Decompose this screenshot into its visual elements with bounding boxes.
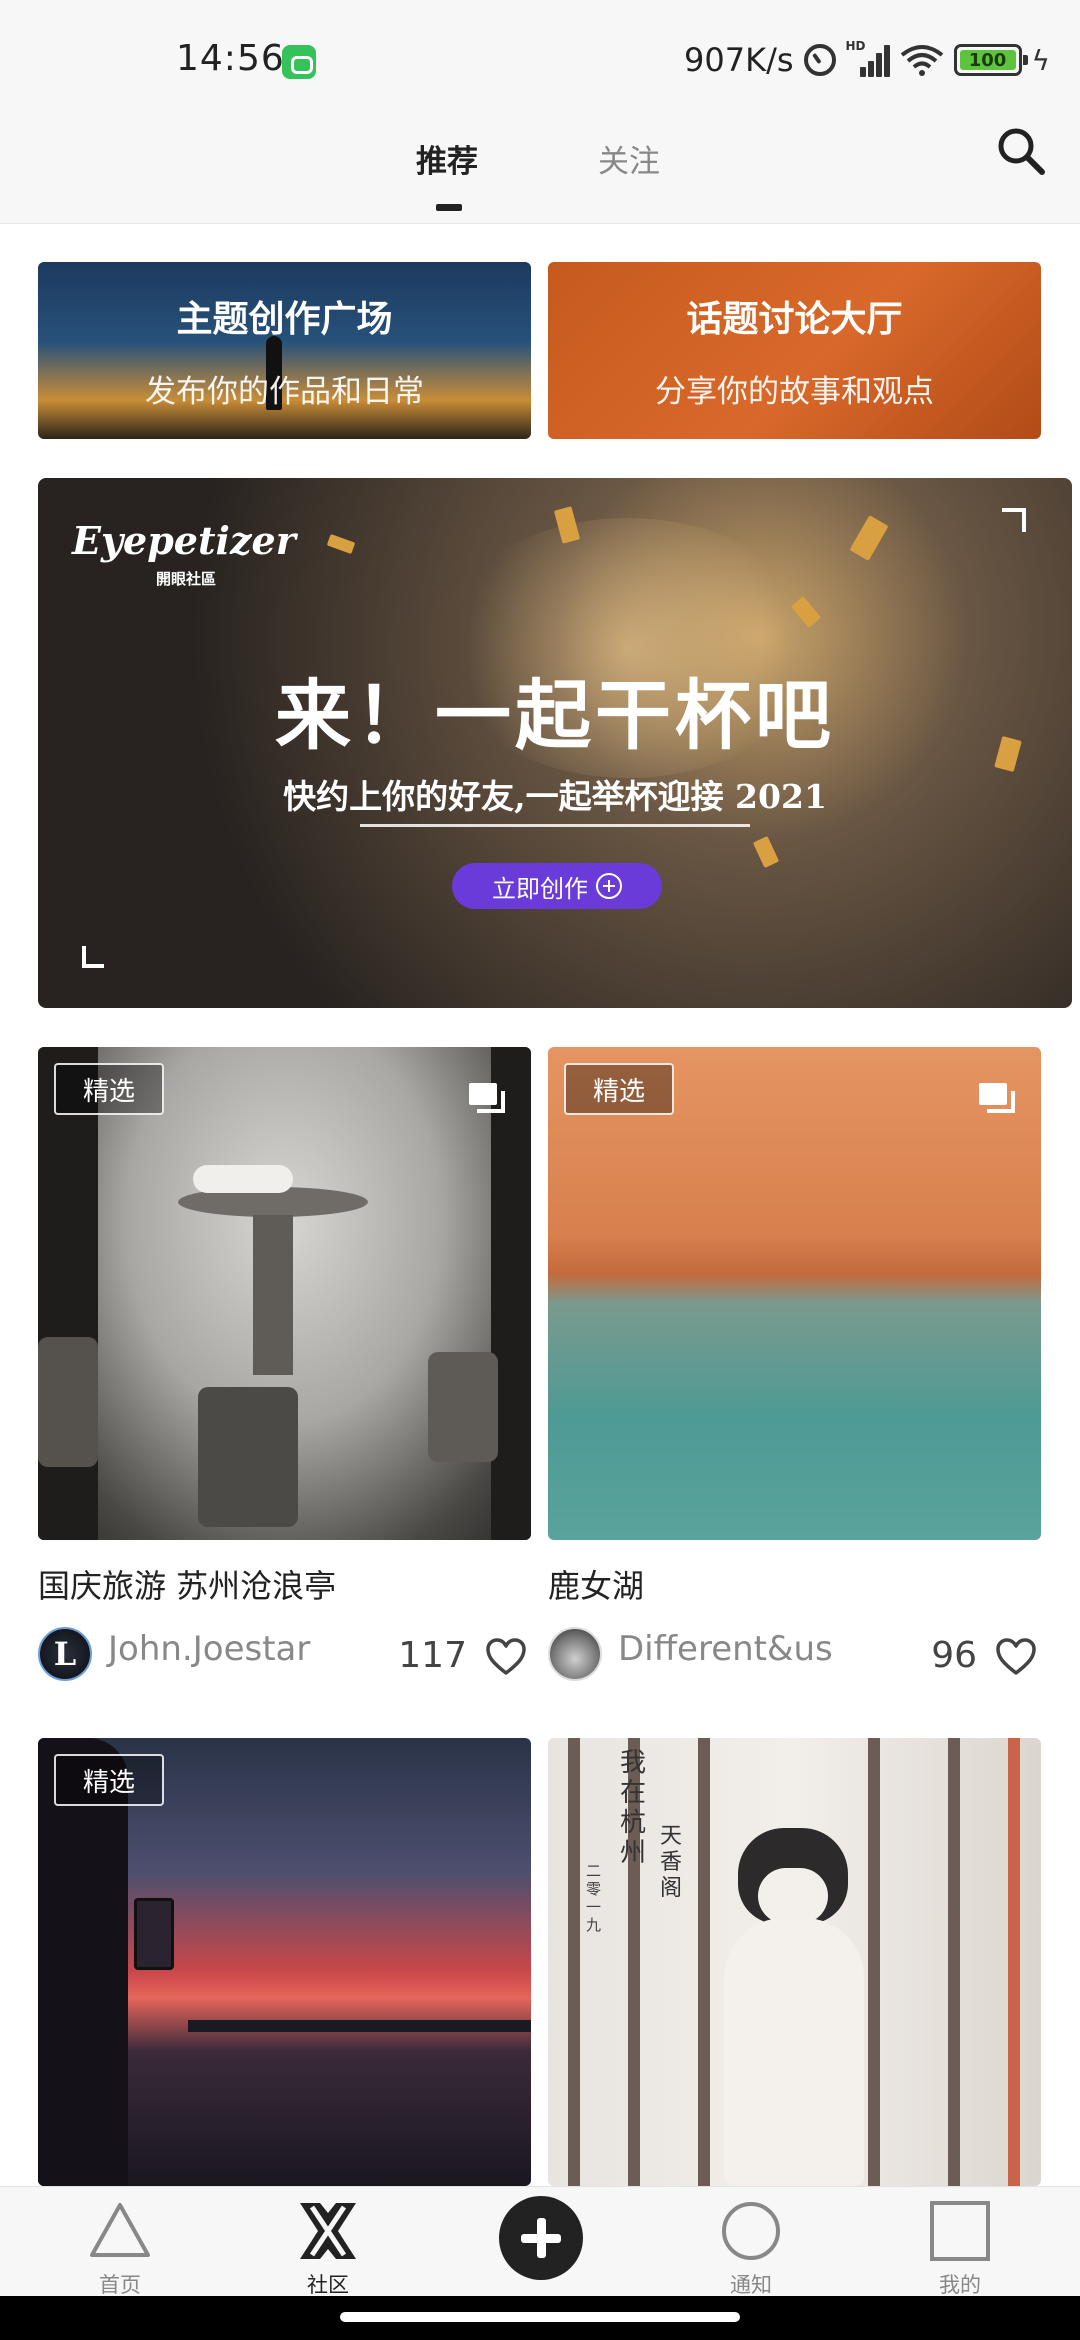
entry-card-title: 话题讨论大厅 [686,299,903,340]
phone-in-hand [134,1898,174,1970]
community-icon [296,2199,360,2263]
stone-stool [198,1387,298,1527]
entry-card-title: 主题创作广场 [176,299,393,340]
nav-label: 我的 [939,2273,981,2297]
create-now-label: 立即创作 [492,874,588,903]
topic-hall-card[interactable]: 话题讨论大厅 分享你的故事和观点 [548,262,1041,439]
active-tab-indicator [436,204,462,211]
nav-community[interactable]: 社区 [248,2187,408,2297]
app-badge-icon [282,45,316,79]
featured-tag: 精选 [54,1754,164,1806]
stone-stool [38,1337,98,1467]
post-card[interactable]: 精选 [38,1738,531,2186]
window-frame [1008,1738,1020,2186]
dark-edge [491,1047,531,1540]
confetti [326,533,356,555]
search-icon[interactable] [996,126,1046,176]
status-icons: 907K/s HD 100 ϟ [684,38,1050,82]
avatar[interactable]: L [38,1627,92,1681]
window-bar [698,1738,710,2186]
post-title[interactable]: 鹿女湖 [548,1561,644,1607]
signal-icon: HD [846,39,890,77]
heart-icon[interactable] [995,1637,1037,1677]
banner-divider [360,824,750,827]
post-card[interactable]: 精选 鹿女湖 Different&us 96 [548,1047,1041,1687]
nav-notifications[interactable]: 通知 [671,2187,831,2297]
nav-label: 社区 [307,2273,349,2297]
charging-icon: ϟ [1031,43,1050,77]
plus-circle-icon [596,873,622,899]
tab-follow[interactable]: 关注 [598,136,660,181]
avatar[interactable] [548,1627,602,1681]
signal-hd-label: HD [845,39,866,53]
bridge [188,2020,531,2032]
cat-body [724,1918,864,2186]
author-name[interactable]: John.Joestar [108,1629,310,1669]
like-count: 96 [931,1635,977,1676]
banner-logo-sub: 開眼社區 [156,570,217,588]
like-count: 117 [398,1635,467,1676]
featured-tag: 精选 [54,1063,164,1115]
stone-table-leg [253,1215,293,1375]
top-tabs: 推荐 关注 [0,112,1080,224]
post-image[interactable]: 精选 [38,1738,531,2186]
post-title[interactable]: 国庆旅游 苏州沧浪亭 [38,1561,336,1607]
plus-icon[interactable] [499,2196,583,2280]
post-card[interactable]: 精选 国庆旅游 苏州沧浪亭 L John.Joestar 117 [38,1047,531,1687]
create-now-button[interactable]: 立即创作 [452,863,662,909]
alarm-icon [803,44,836,76]
corner-mark-icon [82,946,104,968]
entry-card-subtitle: 发布你的作品和日常 [145,374,424,410]
gesture-area [0,2296,1080,2340]
image-text: 二零一九 [586,1862,602,1934]
banner-logo: Eyepetizer [72,518,296,563]
status-bar: 14:56 907K/s HD 100 ϟ [0,0,1080,112]
nav-label: 通知 [730,2273,772,2297]
post-meta: L John.Joestar 117 [38,1621,531,1681]
multi-image-icon [469,1083,505,1113]
banner-title: 来！一起干杯吧 [275,671,835,760]
window-bar [568,1738,580,2186]
post-image[interactable]: 精选 [548,1047,1041,1540]
battery-icon: 100 [953,44,1028,76]
banner-subtitle: 快约上你的好友,一起举杯迎接 2021 [283,777,827,816]
nav-home[interactable]: 首页 [40,2187,200,2297]
author-name[interactable]: Different&us [618,1629,833,1669]
post-meta: Different&us 96 [548,1621,1041,1681]
nav-profile[interactable]: 我的 [880,2187,1040,2297]
sleeping-cat [193,1165,293,1193]
square-icon [928,2199,992,2263]
status-time: 14:56 [176,38,285,79]
image-text: 我在杭州 [620,1748,647,1868]
promo-banner[interactable]: Eyepetizer 開眼社區 来！一起干杯吧 快约上你的好友,一起举杯迎接 2… [38,478,1072,1008]
post-card[interactable]: 我在杭州 天香阁 二零一九 [548,1738,1041,2186]
theme-square-card[interactable]: 主题创作广场 发布你的作品和日常 [38,262,531,439]
cat-face [758,1868,828,1924]
net-speed: 907K/s [684,41,794,79]
window-bar [868,1738,880,2186]
circle-icon [719,2199,783,2263]
gesture-bar[interactable] [340,2312,740,2322]
battery-level: 100 [959,50,1016,71]
nav-label: 首页 [99,2273,141,2297]
stone-stool [428,1352,498,1462]
image-text: 天香阁 [660,1824,683,1901]
post-image[interactable]: 我在杭州 天香阁 二零一九 [548,1738,1041,2186]
post-image[interactable]: 精选 [38,1047,531,1540]
confetti [752,835,780,869]
triangle-icon [88,2199,152,2263]
wifi-icon [900,43,944,77]
featured-tag: 精选 [564,1063,674,1115]
confetti [849,515,889,561]
entry-card-subtitle: 分享你的故事和观点 [655,374,934,410]
tab-recommend[interactable]: 推荐 [416,136,478,181]
heart-icon[interactable] [485,1637,527,1677]
multi-image-icon [979,1083,1015,1113]
corner-mark-icon [1002,508,1026,532]
window-bar [948,1738,960,2186]
